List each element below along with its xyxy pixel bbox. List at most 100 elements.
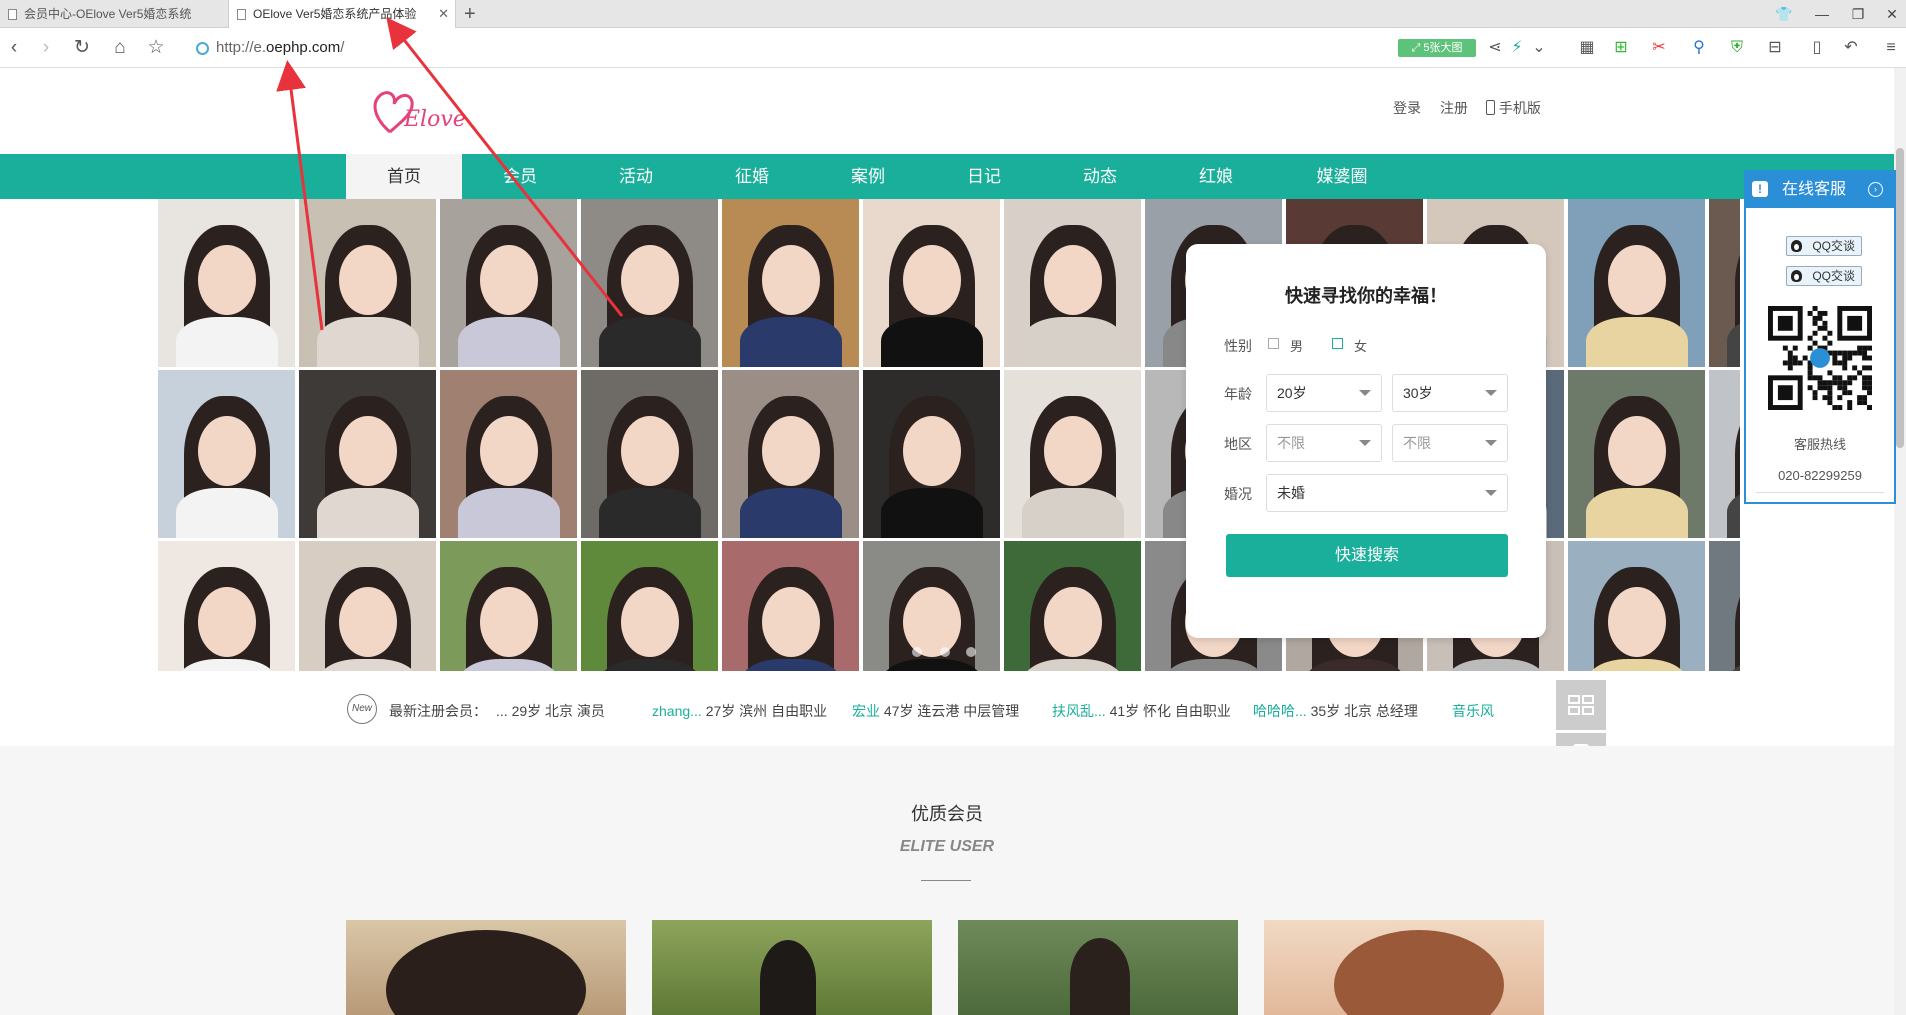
member-photo[interactable] <box>158 541 297 673</box>
site-logo[interactable]: Elove <box>370 82 480 138</box>
undo-icon[interactable]: ↶ <box>1840 38 1862 58</box>
ticker-entry[interactable]: ... 29岁 北京 演员 <box>496 701 605 721</box>
chevron-down-icon[interactable]: ⌄ <box>1528 38 1550 58</box>
ticker-entry[interactable]: 音乐风 <box>1452 701 1494 721</box>
nav-home[interactable]: 首页 <box>346 154 462 199</box>
browser-tab-member-center[interactable]: 会员中心-OElove Ver5婚恋系统 <box>0 0 226 28</box>
qr-module <box>1792 355 1798 361</box>
elite-member-card[interactable] <box>652 920 932 1015</box>
member-photo[interactable] <box>722 199 861 369</box>
elite-member-card[interactable] <box>1264 920 1544 1015</box>
shield-icon[interactable]: ⛨ <box>1726 38 1748 58</box>
search-icon[interactable]: ⚲ <box>1688 38 1710 58</box>
nav-events[interactable]: 活动 <box>578 154 694 199</box>
member-photo[interactable] <box>722 370 861 540</box>
member-photo[interactable] <box>440 199 579 369</box>
close-tab-icon[interactable]: ✕ <box>438 0 449 28</box>
sidebar-icon[interactable]: ▯ <box>1806 38 1828 58</box>
apps-icon[interactable]: ⊟ <box>1764 38 1786 58</box>
member-photo[interactable] <box>299 370 438 540</box>
big-image-pill[interactable]: ⤢ 5张大图 <box>1398 39 1476 57</box>
nav-members[interactable]: 会员 <box>462 154 578 199</box>
browser-tab-active[interactable]: OElove Ver5婚恋系统产品体验 ✕ <box>228 0 456 28</box>
minimize-icon[interactable]: — <box>1812 4 1832 24</box>
nav-updates[interactable]: 动态 <box>1042 154 1158 199</box>
address-input[interactable]: http://e.oephp.com/ <box>216 39 344 56</box>
member-photo[interactable] <box>863 370 1002 540</box>
member-photo[interactable] <box>1568 370 1707 540</box>
nav-matchmaking[interactable]: 征婚 <box>694 154 810 199</box>
member-photo[interactable] <box>158 370 297 540</box>
member-photo[interactable] <box>581 199 720 369</box>
restore-icon[interactable]: ❐ <box>1848 4 1868 24</box>
ticker-entry[interactable]: 扶风乱... 41岁 怀化 自由职业 <box>1052 701 1231 721</box>
member-photo[interactable] <box>1004 541 1143 673</box>
member-photo[interactable] <box>299 199 438 369</box>
share-icon[interactable]: ⋖ <box>1484 38 1506 58</box>
age-from-select[interactable]: 20岁 <box>1266 374 1382 412</box>
member-photo[interactable] <box>1004 370 1143 540</box>
new-tab-button[interactable]: + <box>464 2 476 26</box>
ticker-entry[interactable]: 宏业 47岁 连云港 中层管理 <box>852 701 1019 721</box>
chat-icon: ! <box>1752 181 1768 197</box>
member-photo[interactable] <box>722 541 861 673</box>
photo-face <box>480 587 538 657</box>
qq-chat-button-2[interactable]: QQ交谈 <box>1786 266 1862 286</box>
home-icon[interactable]: ⌂ <box>108 37 132 59</box>
age-to-select[interactable]: 30岁 <box>1392 374 1508 412</box>
carousel-dot[interactable] <box>966 647 976 657</box>
member-photo[interactable] <box>1004 199 1143 369</box>
elite-member-card[interactable] <box>958 920 1238 1015</box>
qr-module <box>1837 350 1843 356</box>
skin-icon[interactable]: 👕 <box>1774 4 1794 24</box>
qq-chat-button-1[interactable]: QQ交谈 <box>1786 236 1862 256</box>
member-photo[interactable] <box>1709 541 1740 673</box>
close-window-icon[interactable]: ✕ <box>1882 4 1902 24</box>
photo-body <box>176 488 278 538</box>
nav-cases[interactable]: 案例 <box>810 154 926 199</box>
member-photo[interactable] <box>440 541 579 673</box>
register-link[interactable]: 注册 <box>1440 98 1468 118</box>
male-checkbox[interactable] <box>1268 338 1279 349</box>
extension-icon[interactable]: ⊞ <box>1610 38 1632 58</box>
qrcode-float-button[interactable] <box>1556 680 1606 730</box>
member-photo[interactable] <box>863 541 1002 673</box>
bookmark-star-icon[interactable]: ☆ <box>144 37 168 59</box>
quick-search-button[interactable]: 快速搜索 <box>1226 534 1508 577</box>
member-photo[interactable] <box>1709 370 1740 540</box>
lightning-icon[interactable]: ⚡ <box>1506 38 1528 58</box>
ticker-entry[interactable]: 哈哈哈... 35岁 北京 总经理 <box>1253 701 1418 721</box>
reload-icon[interactable]: ↻ <box>70 37 94 59</box>
qr-module <box>1807 385 1813 391</box>
qrcode-icon[interactable]: ▦ <box>1576 38 1598 58</box>
ticker-entry[interactable]: zhang... 27岁 滨州 自由职业 <box>652 701 827 721</box>
member-photo[interactable] <box>440 370 579 540</box>
member-photo[interactable] <box>581 541 720 673</box>
carousel-dot[interactable] <box>912 647 922 657</box>
marital-select[interactable]: 未婚 <box>1266 474 1508 512</box>
elite-member-card[interactable] <box>346 920 626 1015</box>
nav-diary[interactable]: 日记 <box>926 154 1042 199</box>
member-photo[interactable] <box>863 199 1002 369</box>
member-photo[interactable] <box>581 370 720 540</box>
service-header[interactable]: ! 在线客服 › <box>1746 172 1894 208</box>
mobile-link[interactable]: 手机版 <box>1486 98 1541 118</box>
member-photo[interactable] <box>1568 541 1707 673</box>
menu-icon[interactable]: ≡ <box>1880 38 1902 58</box>
forward-icon[interactable]: › <box>34 37 58 59</box>
member-photo[interactable] <box>158 199 297 369</box>
scrollbar-thumb[interactable] <box>1896 148 1904 448</box>
member-photo[interactable] <box>1709 199 1740 369</box>
region-city-select[interactable]: 不限 <box>1392 424 1508 462</box>
login-link[interactable]: 登录 <box>1393 98 1421 118</box>
female-checkbox[interactable] <box>1332 338 1343 349</box>
member-photo[interactable] <box>1568 199 1707 369</box>
region-province-select[interactable]: 不限 <box>1266 424 1382 462</box>
member-photo[interactable] <box>299 541 438 673</box>
photo-face <box>1608 416 1666 486</box>
carousel-dot[interactable] <box>940 647 950 657</box>
back-icon[interactable]: ‹ <box>2 37 26 59</box>
nav-matchmaker-circle[interactable]: 媒婆圈 <box>1284 154 1400 199</box>
scissors-icon[interactable]: ✂ <box>1648 38 1670 58</box>
nav-matchmakers[interactable]: 红娘 <box>1158 154 1274 199</box>
